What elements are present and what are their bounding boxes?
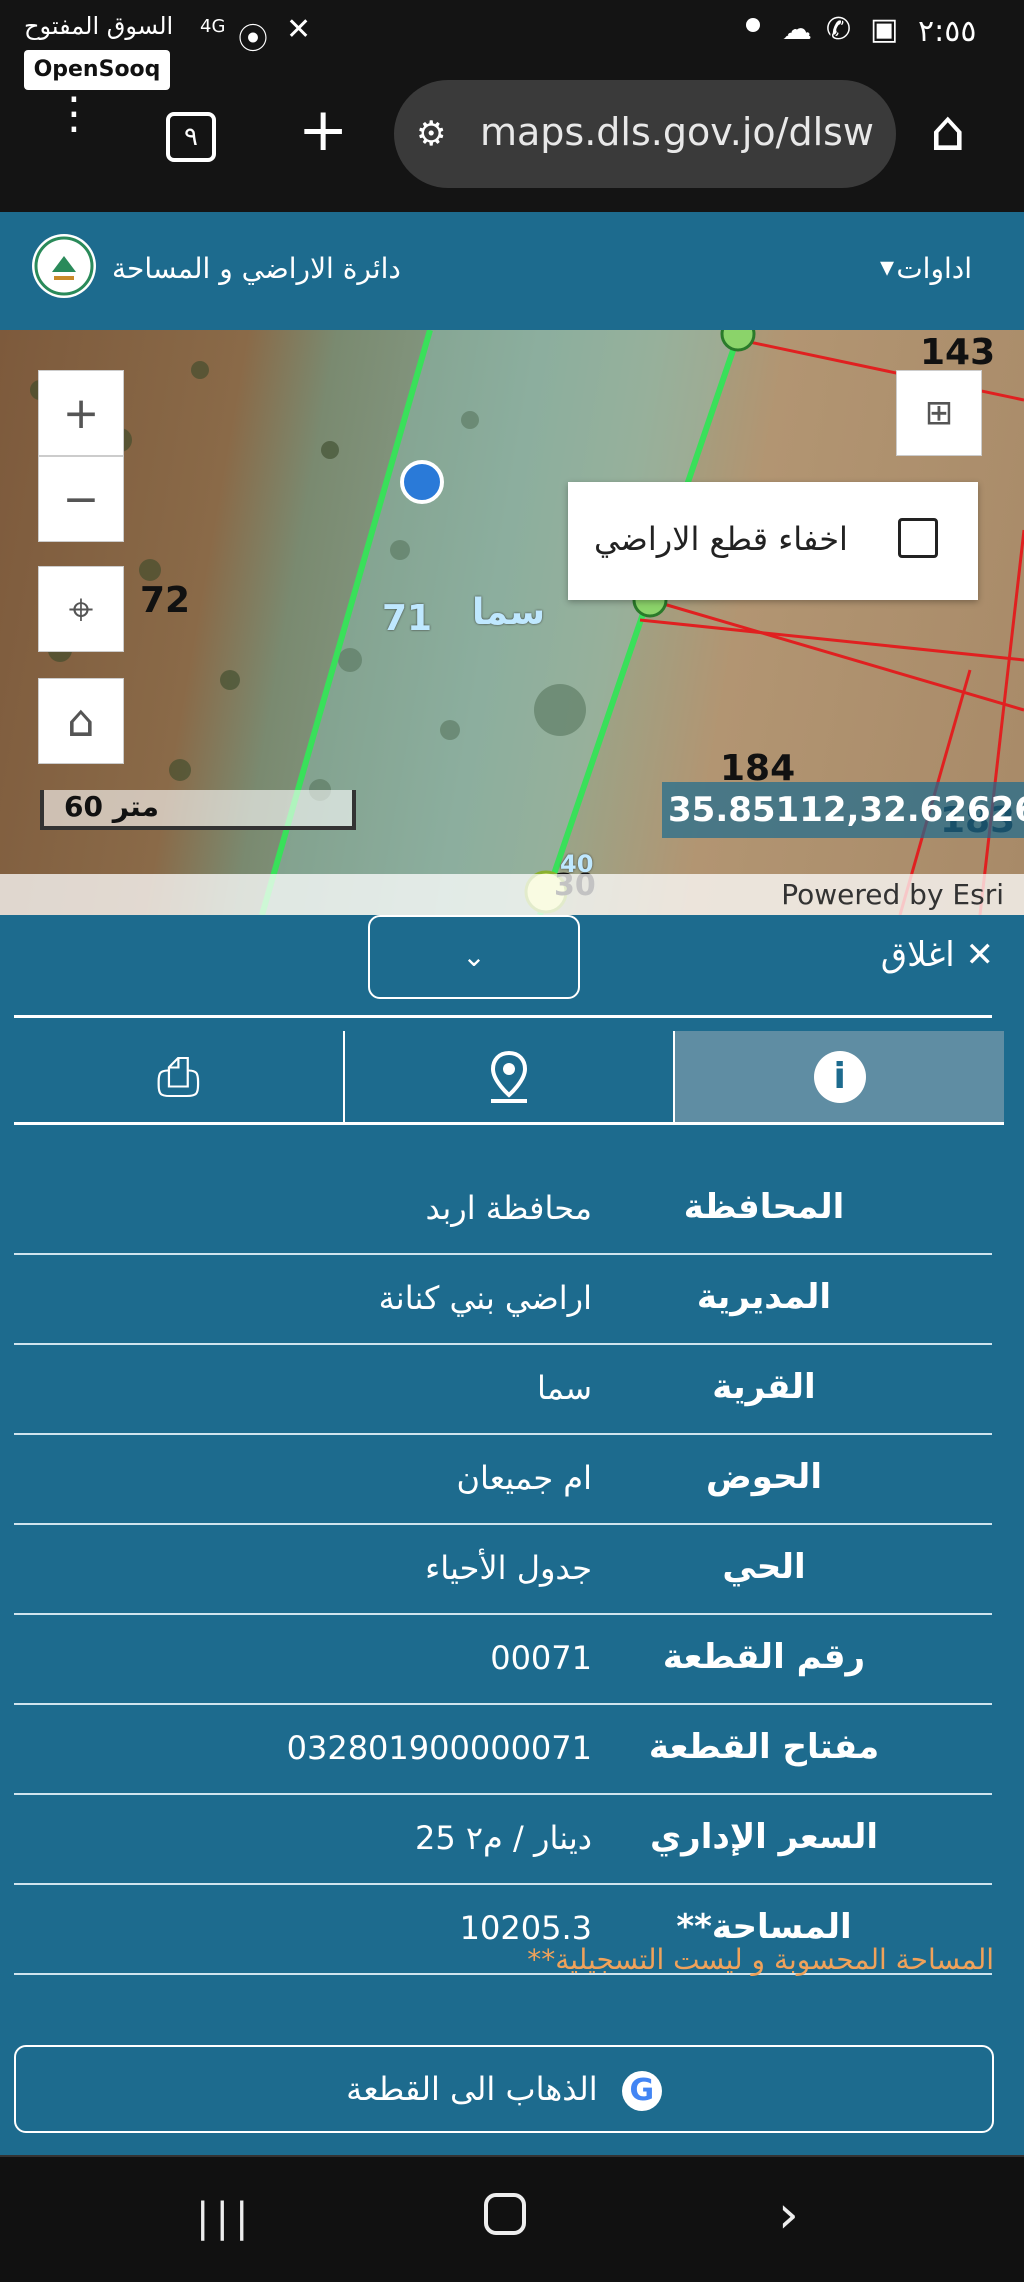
attr-value: محافظة اربد xyxy=(425,1189,592,1227)
map-pin-icon xyxy=(490,1050,528,1103)
attr-value: اراضي بني كنانة xyxy=(378,1279,592,1317)
tab-print[interactable]: ⎙ xyxy=(14,1031,345,1122)
back-icon[interactable]: › xyxy=(778,2185,799,2245)
go-to-parcel-button[interactable]: الذهاب الى القطعة G xyxy=(14,2045,994,2133)
url-text[interactable]: maps.dls.gov.jo/dlsw xyxy=(480,110,874,154)
attr-key: مفتاح القطعة xyxy=(648,1727,880,1767)
attr-row-district: الحي جدول الأحياء xyxy=(14,1525,992,1615)
attr-row-directorate: المديرية اراضي بني كنانة xyxy=(14,1255,992,1345)
panel-tabs: ⎙ i xyxy=(14,1031,1005,1125)
site-settings-icon[interactable]: ⚙ xyxy=(416,114,446,154)
attr-row-parcel-number: رقم القطعة 00071 xyxy=(14,1615,992,1705)
hide-parcels-checkbox[interactable] xyxy=(898,518,938,558)
zoom-out-button[interactable]: − xyxy=(38,456,124,542)
attr-value: جدول الأحياء xyxy=(425,1549,592,1587)
parcel-label: 72 xyxy=(140,580,191,621)
home-icon: ⌂ xyxy=(67,695,95,747)
attr-row-parcel-key: مفتاح القطعة 032801900000071 xyxy=(14,1705,992,1795)
village-label: سما xyxy=(472,592,546,633)
coordinates-readout: 35.85112,32.62626 xyxy=(662,782,1024,838)
close-label: اغلاق xyxy=(880,935,955,975)
go-to-parcel-label: الذهاب الى القطعة xyxy=(346,2070,598,2108)
attr-key: المحافظة xyxy=(683,1187,845,1227)
attr-value: سما xyxy=(536,1369,592,1407)
tab-count-button[interactable]: ٩ xyxy=(166,112,216,162)
basemap-toggle-button[interactable]: ⊞ xyxy=(896,370,982,456)
mute-icon: ✕ xyxy=(286,12,312,47)
tab-location[interactable] xyxy=(345,1031,676,1122)
attr-value: 10205.3 xyxy=(459,1909,592,1947)
info-icon: i xyxy=(813,1050,866,1103)
close-icon: ✕ xyxy=(965,935,995,975)
home-nav-icon[interactable] xyxy=(484,2193,526,2235)
recents-icon[interactable]: ||| xyxy=(196,2195,254,2241)
attr-value: 032801900000071 xyxy=(286,1729,592,1767)
parcel-attributes: المحافظة محافظة اربد المديرية اراضي بني … xyxy=(14,1165,992,1975)
area-footnote: **المساحة المحسوبة و ليست التسجيلية xyxy=(527,1943,994,1976)
dot-icon xyxy=(746,18,760,32)
attribution-bar: Powered by Esri xyxy=(0,874,1024,915)
tools-label: اداوات xyxy=(896,252,972,285)
attr-value: 00071 xyxy=(490,1639,592,1677)
hide-parcels-panel[interactable]: اخفاء قطع الاراضي xyxy=(568,482,978,600)
attr-key: الحوض xyxy=(706,1457,822,1497)
scale-bar: 60 متر xyxy=(40,790,356,830)
google-icon: G xyxy=(621,2071,662,2111)
app-badge-en: OpenSooq xyxy=(24,50,170,90)
divider xyxy=(14,1015,992,1018)
app-badge-ar: السوق المفتوح xyxy=(24,12,174,40)
gallery-icon: ▣ xyxy=(870,12,899,47)
crosshair-icon: ⌖ xyxy=(68,583,94,635)
whatsapp-icon: ✆ xyxy=(826,12,852,47)
attr-value: 25 دينار / م٢ xyxy=(414,1819,592,1857)
site-header: دائرة الاراضي و المساحة اداوات ▾ xyxy=(0,212,1024,330)
locate-button[interactable]: ⌖ xyxy=(38,566,124,652)
browser-toolbar: ⋮ ٩ + ⚙ maps.dls.gov.jo/dlsw ⌂ xyxy=(0,70,1024,212)
wifi-icon: ⦿ xyxy=(238,22,268,57)
status-bar: السوق المفتوح OpenSooq 4G ⦿ ✕ ☁ ✆ ▣ ٢:٥٥ xyxy=(0,0,1024,90)
close-panel-button[interactable]: اغلاق ✕ xyxy=(881,935,994,975)
clock-time: ٢:٥٥ xyxy=(918,14,977,49)
home-extent-button[interactable]: ⌂ xyxy=(38,678,124,764)
attr-row-basin: الحوض ام جميعان xyxy=(14,1435,992,1525)
dls-logo xyxy=(32,234,96,298)
zoom-in-button[interactable]: + xyxy=(38,370,124,456)
parcel-info-panel: ⌄ اغلاق ✕ ⎙ i المحافظة محافظة اربد المدي… xyxy=(0,915,1024,2155)
attribution-text: Powered by Esri xyxy=(781,878,1004,911)
grid-icon: ⊞ xyxy=(924,393,954,433)
attr-key: المديرية xyxy=(696,1277,832,1317)
attr-key: الحي xyxy=(722,1547,806,1587)
menu-dots-icon[interactable]: ⋮ xyxy=(52,92,96,136)
home-icon[interactable]: ⌂ xyxy=(930,104,966,160)
tools-menu[interactable]: اداوات xyxy=(896,252,972,285)
attr-value: ام جميعان xyxy=(456,1459,593,1497)
printer-icon: ⎙ xyxy=(156,1044,200,1108)
attr-key: **المساحة xyxy=(676,1907,852,1947)
parcel-label: 143 xyxy=(920,332,996,373)
new-tab-icon[interactable]: + xyxy=(298,100,348,160)
collapse-panel-button[interactable]: ⌄ xyxy=(368,915,580,999)
attr-row-governorate: المحافظة محافظة اربد xyxy=(14,1165,992,1255)
chevron-down-icon: ⌄ xyxy=(462,940,486,973)
messenger-icon: ☁ xyxy=(782,12,812,47)
network-label: 4G xyxy=(200,16,226,37)
attr-key: رقم القطعة xyxy=(662,1637,866,1677)
parcel-label: 71 xyxy=(382,598,433,639)
scale-label: 60 متر xyxy=(64,790,159,823)
attr-key: السعر الإداري xyxy=(649,1817,878,1857)
system-nav-bar: ||| › xyxy=(0,2155,1024,2282)
attr-row-admin-price: السعر الإداري 25 دينار / م٢ xyxy=(14,1795,992,1885)
url-bar[interactable]: ⚙ maps.dls.gov.jo/dlsw xyxy=(394,80,896,188)
attr-row-village: القرية سما xyxy=(14,1345,992,1435)
map-view[interactable]: 143 72 71 سما 184 183 30 40 + − ⌖ ⌂ ⊞ اخ… xyxy=(0,330,1024,915)
site-title: دائرة الاراضي و المساحة xyxy=(112,252,401,285)
hide-parcels-label: اخفاء قطع الاراضي xyxy=(594,520,848,558)
chevron-down-icon[interactable]: ▾ xyxy=(880,250,894,283)
tab-info[interactable]: i xyxy=(675,1031,1005,1122)
attr-key: القرية xyxy=(712,1367,816,1407)
